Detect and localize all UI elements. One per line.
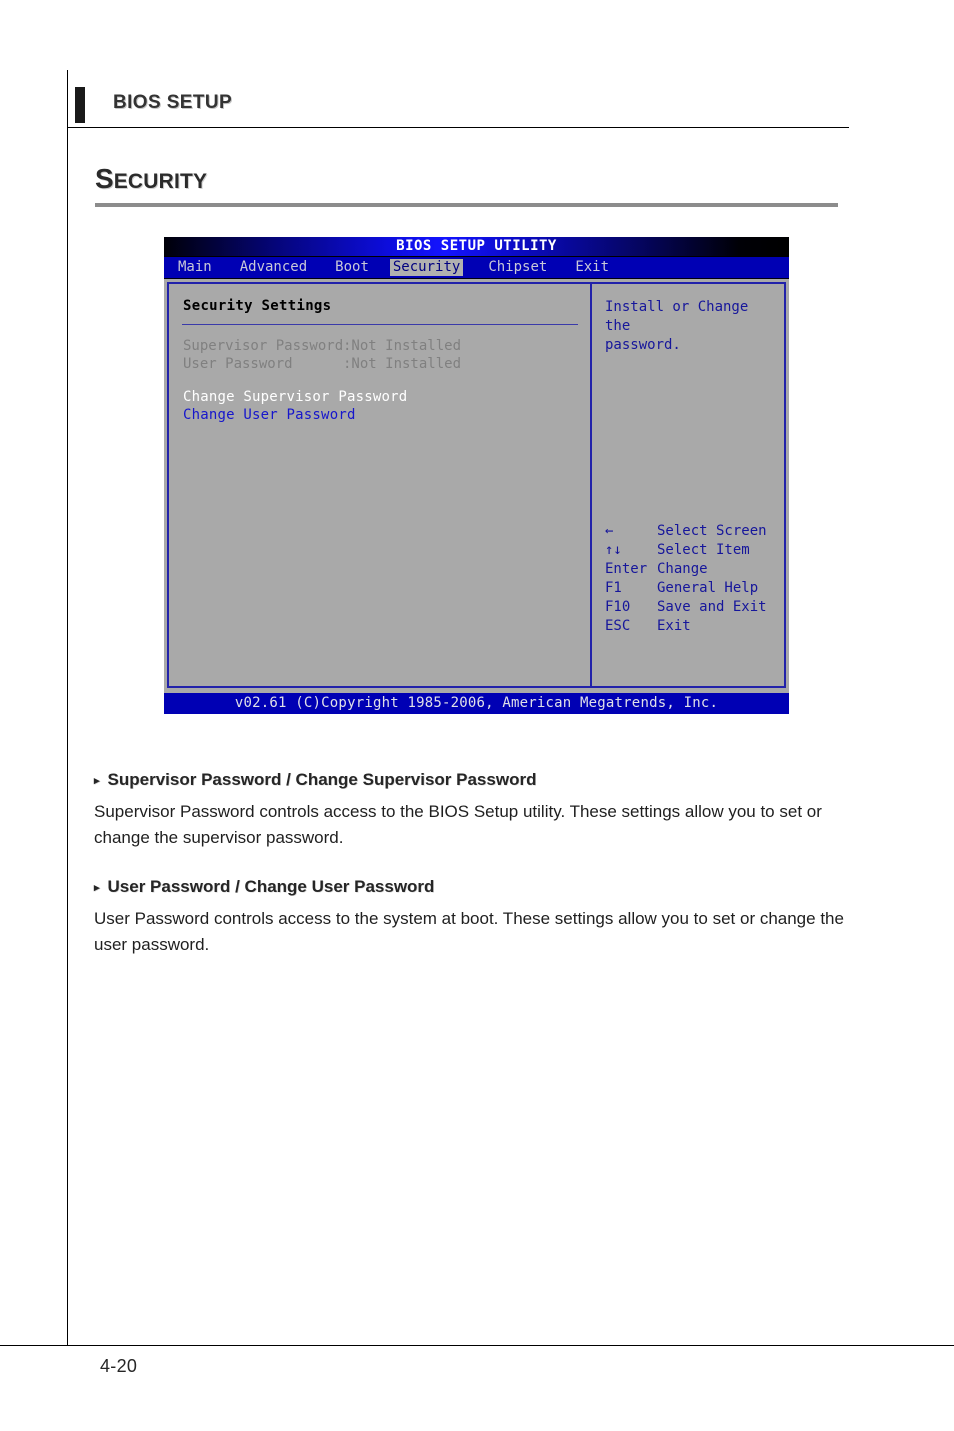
key-legend-row: Enter Change [605, 560, 785, 579]
bios-body-frame: Security Settings Supervisor Password :N… [167, 282, 786, 688]
page-title-initial: S [95, 163, 114, 194]
key-legend-desc: Exit [657, 618, 691, 634]
bios-tab-exit[interactable]: Exit [572, 259, 612, 276]
key-legend-desc: Save and Exit [657, 599, 767, 615]
bios-section-heading: Security Settings [183, 298, 332, 314]
page-title: SECURITY [95, 163, 207, 195]
key-legend-row: ← Select Screen [605, 522, 785, 541]
key-legend-row: ESC Exit [605, 617, 785, 636]
left-margin-rule [67, 70, 68, 1345]
bios-screenshot-figure: BIOS SETUP UTILITY Main Advanced Boot Se… [164, 237, 789, 714]
bios-tab-advanced[interactable]: Advanced [237, 259, 310, 276]
bios-copyright-bar: v02.61 (C)Copyright 1985-2006, American … [164, 691, 789, 714]
status-value: :Not Installed [343, 356, 462, 372]
key-legend-desc: Select Item [657, 542, 750, 558]
bios-body: Security Settings Supervisor Password :N… [164, 279, 789, 691]
left-arrow-icon: ← [605, 523, 614, 539]
status-label: User Password [183, 356, 293, 372]
key-legend-desc: Select Screen [657, 523, 767, 539]
up-down-arrow-icon: ↑↓ [605, 542, 622, 558]
bios-menu-bar: Main Advanced Boot Security Chipset Exit [164, 256, 789, 279]
key-legend-desc: General Help [657, 580, 759, 596]
bios-section-underline [182, 324, 578, 325]
bios-action-list: Change Supervisor Password Change User P… [183, 388, 407, 424]
running-header-title: BIOS SETUP [113, 92, 233, 113]
key-legend-key: ESC [605, 618, 631, 634]
bios-tab-security[interactable]: Security [389, 259, 464, 276]
status-label: Supervisor Password [183, 338, 344, 354]
manual-page: BIOS SETUP SECURITY BIOS SETUP UTILITY M… [0, 0, 954, 1431]
page-title-rest: ECURITY [113, 170, 208, 193]
status-value: :Not Installed [343, 338, 462, 354]
menu-item-change-user-password[interactable]: Change User Password [183, 406, 407, 424]
bios-title-bar: BIOS SETUP UTILITY [164, 237, 789, 256]
bios-tab-chipset[interactable]: Chipset [485, 259, 550, 276]
triangle-bullet-icon: ▸ [94, 775, 100, 787]
paragraph-user-password: User Password controls access to the sys… [94, 909, 844, 954]
bios-help-text: Install or Change the password. [605, 299, 749, 353]
section-title-rule [95, 203, 838, 207]
bullet-heading-supervisor-password: ▸ Supervisor Password / Change Superviso… [94, 770, 854, 790]
key-legend-key: F10 [605, 599, 631, 615]
bios-key-legend: ← Select Screen ↑↓ Select Item Enter Cha… [605, 522, 785, 636]
page-number: 4-20 [100, 1356, 138, 1376]
body-content: ▸ Supervisor Password / Change Superviso… [94, 770, 854, 984]
bullet-heading-label: User Password / Change User Password [107, 877, 435, 896]
header-divider-rule [67, 127, 849, 128]
key-legend-row: F10 Save and Exit [605, 598, 785, 617]
bios-status-list: Supervisor Password :Not Installed User … [183, 337, 461, 373]
bios-help-pane: Install or Change the password. ← Select… [592, 284, 784, 686]
bios-title: BIOS SETUP UTILITY [396, 238, 557, 254]
key-legend-key: F1 [605, 580, 622, 596]
bullet-heading-user-password: ▸ User Password / Change User Password [94, 877, 854, 897]
key-legend-desc: Change [657, 561, 708, 577]
menu-item-change-supervisor-password[interactable]: Change Supervisor Password [183, 388, 407, 406]
footer-divider-rule [0, 1345, 954, 1346]
paragraph-supervisor-password: Supervisor Password controls access to t… [94, 802, 822, 847]
bios-tab-main[interactable]: Main [175, 259, 215, 276]
key-legend-key: Enter [605, 561, 648, 577]
header-accent-bar [75, 87, 85, 123]
triangle-bullet-icon: ▸ [94, 882, 100, 894]
key-legend-row: ↑↓ Select Item [605, 541, 785, 560]
bullet-heading-label: Supervisor Password / Change Supervisor … [107, 770, 537, 789]
status-row-user-password: User Password :Not Installed [183, 355, 461, 373]
status-row-supervisor-password: Supervisor Password :Not Installed [183, 337, 461, 355]
bios-settings-pane: Security Settings Supervisor Password :N… [169, 284, 590, 686]
running-header: BIOS SETUP [67, 70, 940, 127]
bios-tab-boot[interactable]: Boot [332, 259, 372, 276]
key-legend-row: F1 General Help [605, 579, 785, 598]
